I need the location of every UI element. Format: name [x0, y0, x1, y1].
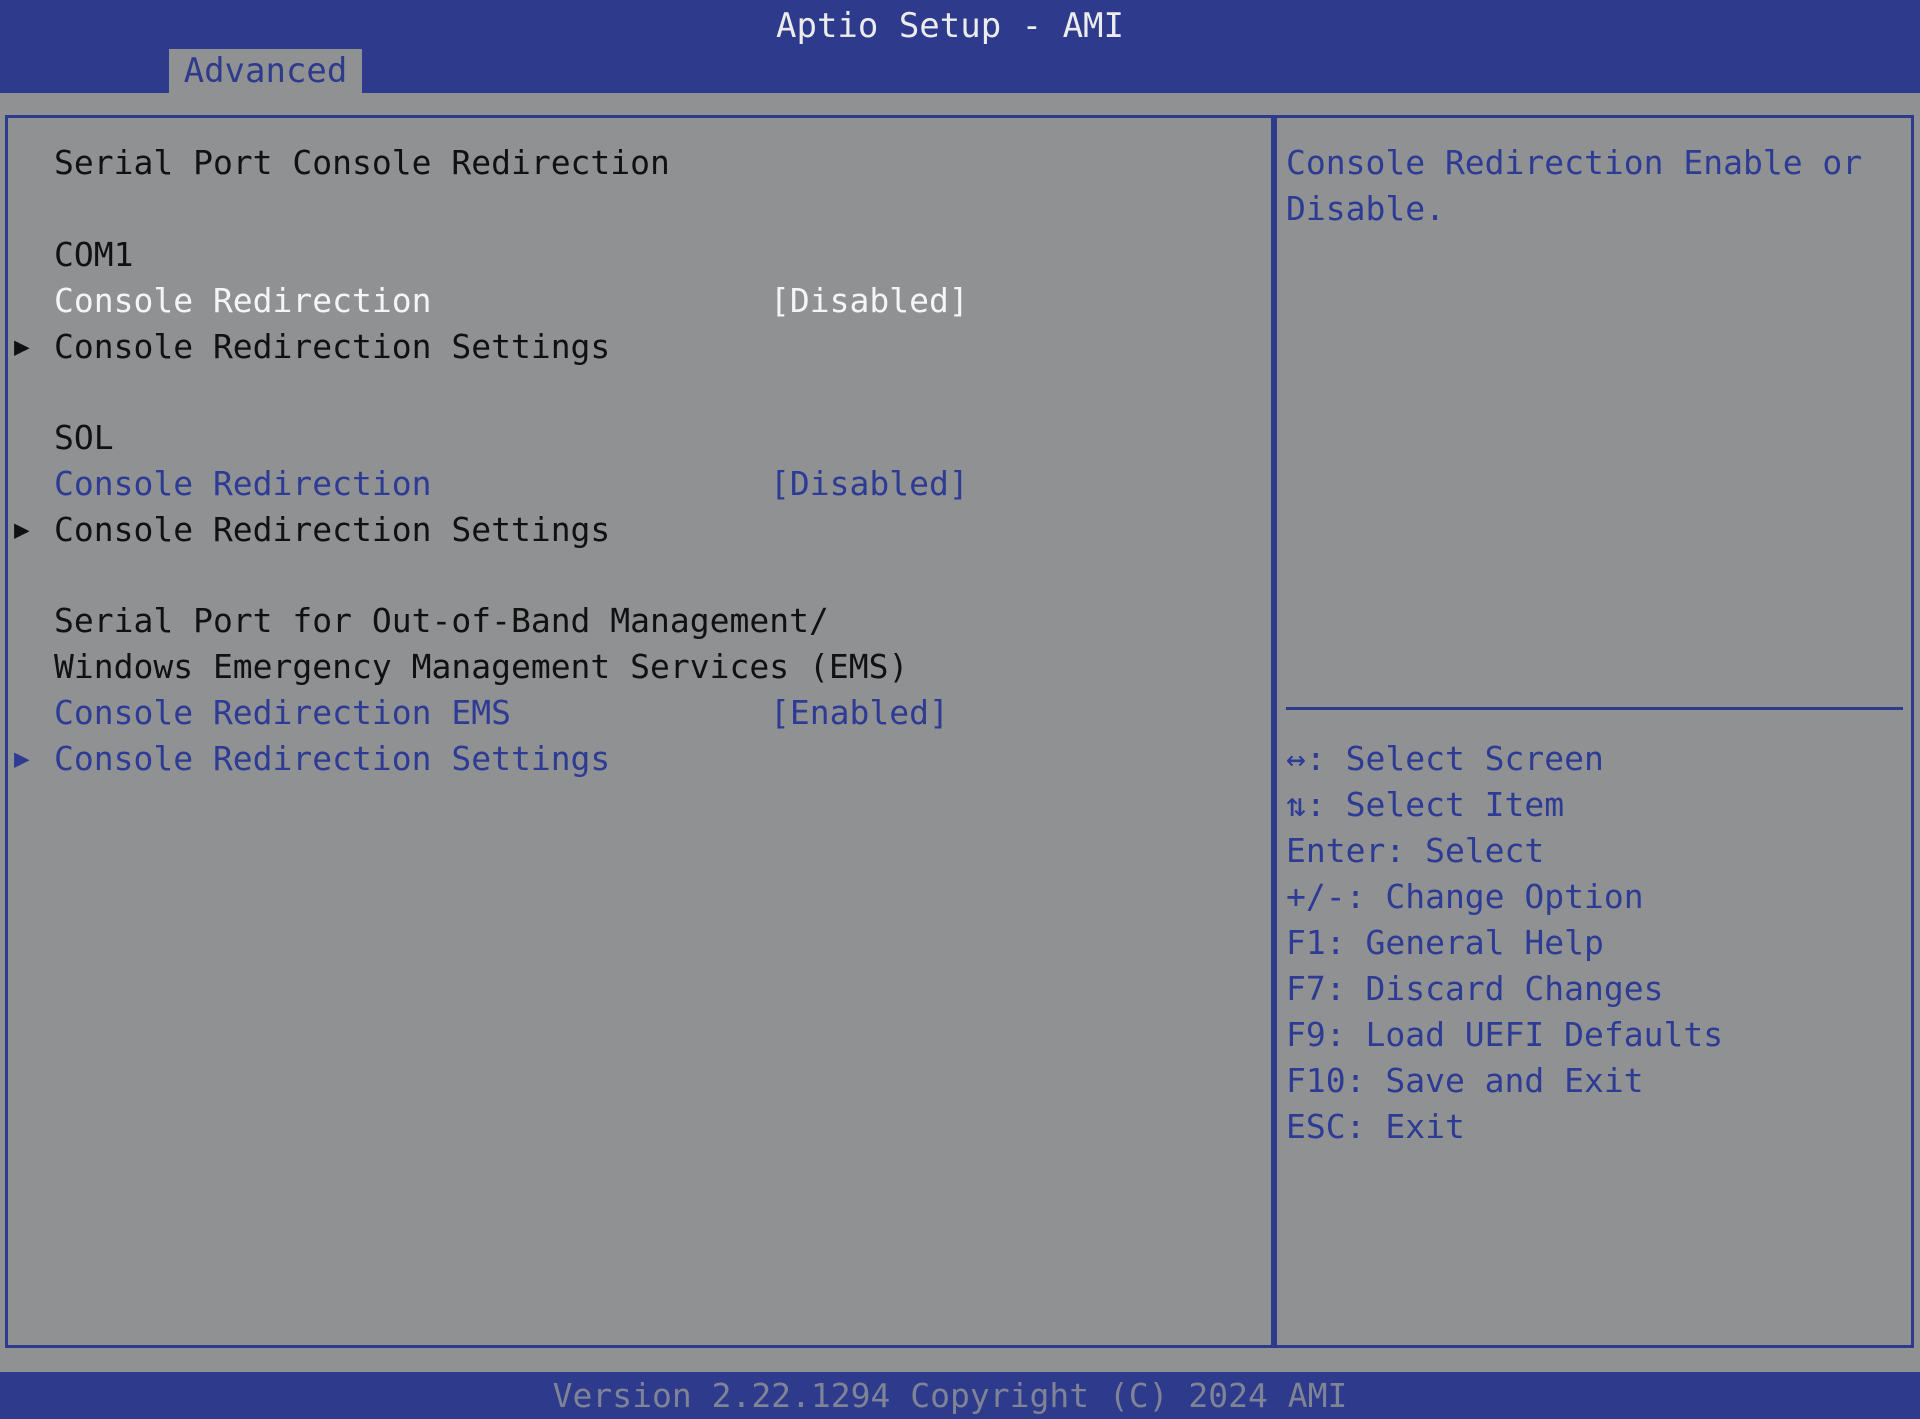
key-hint-select-screen: ↔: Select Screen — [1286, 739, 1604, 778]
key-hint-discard-changes: F7: Discard Changes — [1286, 969, 1664, 1008]
help-description-line2: Disable. — [1286, 189, 1445, 228]
sol-console-redirection-settings[interactable]: Console Redirection Settings — [54, 507, 610, 553]
tab-advanced[interactable]: Advanced — [169, 49, 362, 93]
sol-label: SOL — [54, 418, 114, 457]
ems-heading-line2: Windows Emergency Management Services (E… — [54, 647, 909, 686]
ems-heading-line1: Serial Port for Out-of-Band Management/ — [54, 601, 829, 640]
help-divider — [1286, 707, 1903, 710]
help-description-line1: Console Redirection Enable or — [1286, 143, 1863, 182]
submenu-arrow-icon: ▶ — [14, 332, 30, 362]
submenu-arrow-icon: ▶ — [14, 744, 30, 774]
bios-screen: Aptio Setup - AMI Advanced Serial Port C… — [0, 0, 1920, 1419]
key-hint-enter: Enter: Select — [1286, 831, 1545, 870]
key-hint-general-help: F1: General Help — [1286, 923, 1604, 962]
ems-console-redirection-item[interactable]: Console Redirection EMS — [54, 690, 511, 736]
key-hint-load-defaults: F9: Load UEFI Defaults — [1286, 1015, 1724, 1054]
section-title: Serial Port Console Redirection — [54, 143, 670, 182]
com1-console-redirection-value[interactable]: [Disabled] — [770, 278, 969, 324]
version-text: Version 2.22.1294 Copyright (C) 2024 AMI — [552, 1376, 1348, 1415]
com1-console-redirection-settings[interactable]: Console Redirection Settings — [54, 324, 610, 370]
title-bar: Aptio Setup - AMI Advanced — [0, 0, 1920, 93]
com1-console-redirection-item[interactable]: Console Redirection — [54, 278, 432, 324]
key-hint-exit: ESC: Exit — [1286, 1107, 1465, 1146]
help-panel — [1274, 115, 1914, 1348]
footer-bar: Version 2.22.1294 Copyright (C) 2024 AMI — [0, 1372, 1920, 1419]
ems-console-redirection-value[interactable]: [Enabled] — [770, 690, 949, 736]
sol-console-redirection-value[interactable]: [Disabled] — [770, 461, 969, 507]
ems-console-redirection-settings[interactable]: Console Redirection Settings — [54, 736, 610, 782]
sol-console-redirection-item[interactable]: Console Redirection — [54, 461, 432, 507]
key-hint-save-exit: F10: Save and Exit — [1286, 1061, 1644, 1100]
key-hint-select-item: ⇅: Select Item — [1286, 785, 1565, 824]
submenu-arrow-icon: ▶ — [14, 515, 30, 545]
com1-label: COM1 — [54, 235, 134, 274]
app-title: Aptio Setup - AMI — [776, 6, 1124, 46]
key-hint-change-option: +/-: Change Option — [1286, 877, 1644, 916]
